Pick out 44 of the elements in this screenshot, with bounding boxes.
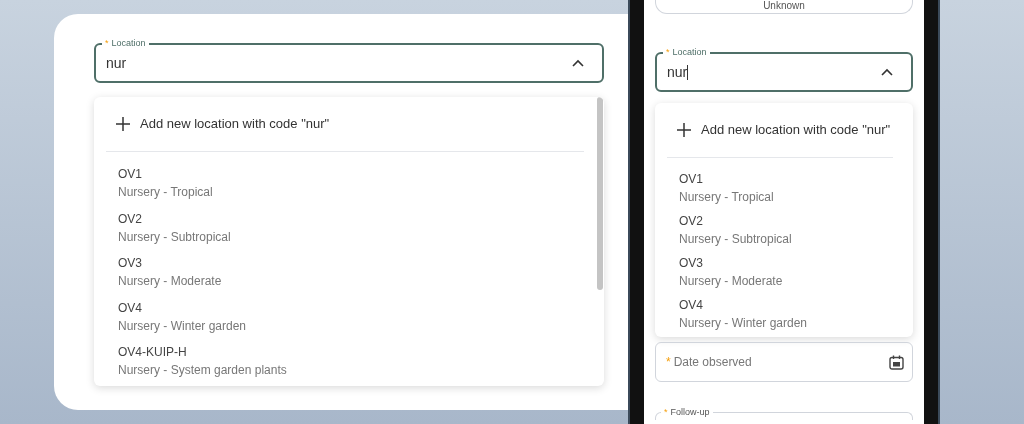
field-placeholder: Date observed <box>673 354 752 371</box>
option-code: OV2 <box>679 213 704 230</box>
input-value: nur <box>106 53 127 73</box>
option-code: OV4 <box>118 299 143 317</box>
required-mark: * <box>664 406 668 418</box>
option-description: Nursery - Winter garden <box>118 317 248 335</box>
option-description: Nursery - System garden plants <box>118 362 288 380</box>
field-label: Follow-up <box>670 406 710 418</box>
calendar-icon[interactable] <box>889 354 904 370</box>
option-description: Nursery - Subtropical <box>679 231 793 248</box>
text-cursor <box>687 64 689 80</box>
option-code: OV3 <box>679 255 704 272</box>
option-code: OV4-KUIP-H <box>118 344 188 362</box>
location-option[interactable]: OV1 Nursery - Tropical <box>655 167 913 209</box>
chevron-up-icon[interactable] <box>881 68 893 76</box>
location-option[interactable]: OV4 Nursery - Winter garden <box>94 294 604 339</box>
option-description: Nursery - Tropical <box>679 189 775 206</box>
option-description: Nursery - Subtropical <box>118 228 232 246</box>
location-option[interactable]: OV4 Nursery - Winter garden <box>655 293 913 335</box>
location-option[interactable]: OV1 Nursery - Tropical <box>94 161 604 206</box>
scrollbar[interactable] <box>597 97 603 290</box>
option-code: OV2 <box>118 210 143 228</box>
option-code: OV4 <box>679 297 704 314</box>
option-code: OV3 <box>118 255 143 273</box>
plus-icon <box>677 123 691 137</box>
option-description: Nursery - Moderate <box>679 273 784 290</box>
option-code: OV1 <box>679 171 704 188</box>
add-location-option[interactable]: Add new location with code "nur" <box>94 97 604 151</box>
input-value: nur <box>667 62 688 82</box>
option-description: Nursery - Moderate <box>118 273 223 291</box>
unknown-button[interactable]: Unknown <box>655 0 913 14</box>
option-description: Nursery - Tropical <box>118 184 214 202</box>
option-code: OV1 <box>118 166 143 184</box>
required-mark: * <box>666 354 671 371</box>
plus-icon <box>116 117 130 131</box>
location-option[interactable]: OV3 Nursery - Moderate <box>94 250 604 295</box>
location-option[interactable]: OV4-KUIP-H Nursery - System garden plants <box>94 339 604 384</box>
option-description: Nursery - Winter garden <box>679 315 809 332</box>
location-option[interactable]: OV3 Nursery - Moderate <box>655 251 913 293</box>
add-location-option[interactable]: Add new location with code "nur" <box>655 103 913 157</box>
location-option[interactable]: OV2 Nursery - Subtropical <box>94 205 604 250</box>
date-field[interactable]: * Date observed <box>655 342 913 382</box>
chevron-up-icon[interactable] <box>572 59 584 67</box>
location-option[interactable]: OV2 Nursery - Subtropical <box>655 209 913 251</box>
